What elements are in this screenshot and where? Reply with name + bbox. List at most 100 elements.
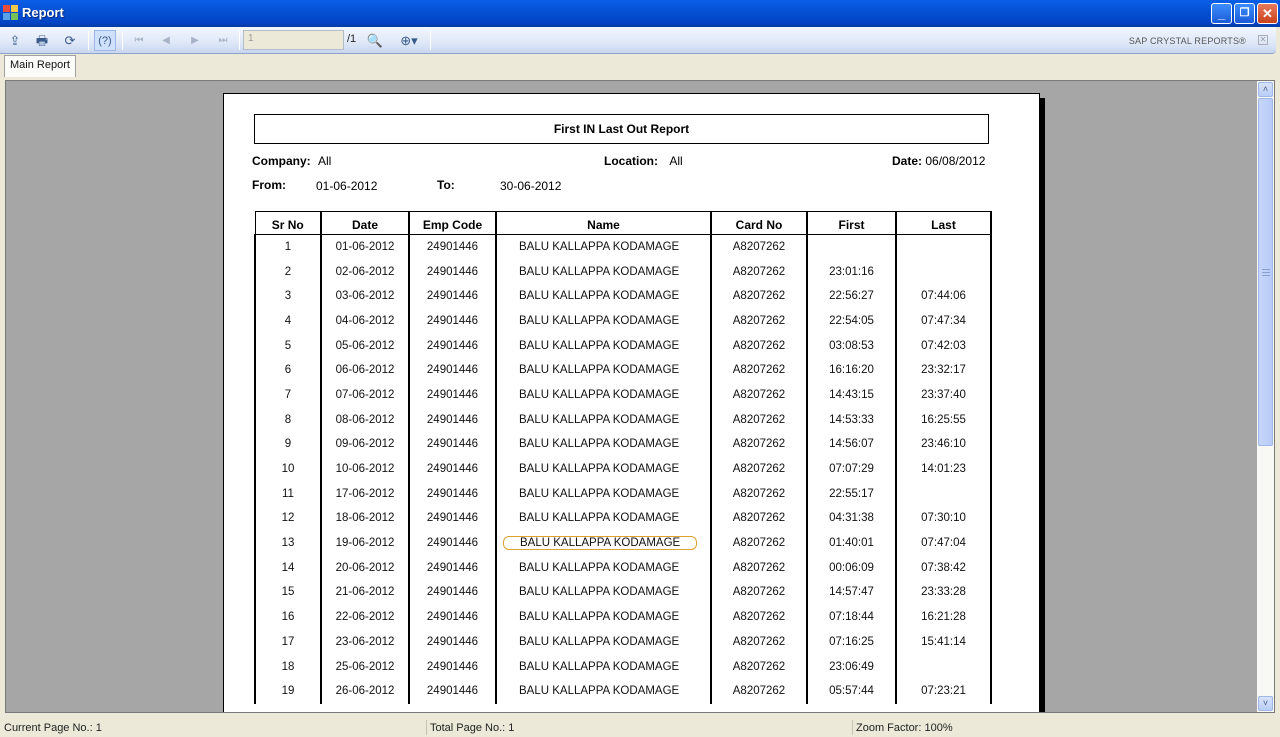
card-no-cell[interactable]: A8207262 [711, 506, 808, 531]
name-cell[interactable]: BALU KALLAPPA KODAMAGE [496, 456, 712, 482]
emp-code-cell[interactable]: 24901446 [409, 456, 497, 482]
sr-no-cell[interactable]: 10 [254, 456, 322, 482]
first-in-cell[interactable]: 23:01:16 [807, 259, 897, 284]
last-out-cell[interactable] [896, 654, 992, 679]
name-cell[interactable]: BALU KALLAPPA KODAMAGE [496, 357, 712, 383]
name-cell[interactable]: BALU KALLAPPA KODAMAGE [496, 506, 712, 531]
print-icon[interactable]: 🖶 [31, 30, 53, 51]
first-in-cell[interactable]: 07:07:29 [807, 456, 897, 482]
card-no-cell[interactable]: A8207262 [711, 357, 808, 383]
name-cell[interactable]: BALU KALLAPPA KODAMAGE [496, 678, 712, 704]
emp-code-cell[interactable]: 24901446 [409, 357, 497, 383]
card-no-cell[interactable]: A8207262 [711, 407, 808, 432]
name-cell[interactable]: BALU KALLAPPA KODAMAGE [496, 407, 712, 432]
last-out-cell[interactable] [896, 481, 992, 507]
last-out-cell[interactable]: 23:46:10 [896, 432, 992, 457]
sr-no-cell[interactable]: 4 [254, 308, 322, 334]
emp-code-cell[interactable]: 24901446 [409, 580, 497, 605]
card-no-cell[interactable]: A8207262 [711, 580, 808, 605]
card-no-cell[interactable]: A8207262 [711, 259, 808, 284]
first-in-cell[interactable]: 07:18:44 [807, 604, 897, 630]
emp-code-cell[interactable]: 24901446 [409, 481, 497, 507]
table-row[interactable]: 2 02-06-2012 24901446 BALU KALLAPPA KODAMAG… [254, 259, 992, 284]
name-cell[interactable]: BALU KALLAPPA KODAMAGE [496, 432, 712, 457]
last-out-cell[interactable]: 23:32:17 [896, 357, 992, 383]
card-no-cell[interactable]: A8207262 [711, 604, 808, 630]
last-out-cell[interactable]: 07:47:04 [896, 530, 992, 556]
table-row[interactable]: 13 19-06-2012 24901446 BALU KALLAPPA KODAMA… [254, 530, 992, 556]
card-no-cell[interactable]: A8207262 [711, 333, 808, 358]
prev-page-icon[interactable]: ◀ [155, 30, 177, 51]
date-cell[interactable]: 02-06-2012 [321, 259, 410, 284]
date-cell[interactable]: 25-06-2012 [321, 654, 410, 679]
sr-no-cell[interactable]: 8 [254, 407, 322, 432]
first-in-cell[interactable]: 22:56:27 [807, 283, 897, 309]
card-no-cell[interactable]: A8207262 [711, 308, 808, 334]
emp-code-cell[interactable]: 24901446 [409, 506, 497, 531]
first-in-cell[interactable]: 22:55:17 [807, 481, 897, 507]
sr-no-cell[interactable]: 13 [254, 530, 322, 556]
last-out-cell[interactable]: 23:33:28 [896, 580, 992, 605]
card-no-cell[interactable]: A8207262 [711, 456, 808, 482]
table-row[interactable]: 5 05-06-2012 24901446 BALU KALLAPPA KODAMAG… [254, 333, 992, 358]
last-out-cell[interactable]: 07:42:03 [896, 333, 992, 358]
date-cell[interactable]: 23-06-2012 [321, 629, 410, 655]
date-cell[interactable]: 03-06-2012 [321, 283, 410, 309]
card-no-cell[interactable]: A8207262 [711, 555, 808, 581]
minimize-button[interactable]: _ [1211, 3, 1232, 24]
table-row[interactable]: 16 22-06-2012 24901446 BALU KALLAPPA KODAMA… [254, 604, 992, 630]
first-in-cell[interactable]: 14:57:47 [807, 580, 897, 605]
name-cell[interactable]: BALU KALLAPPA KODAMAGE [496, 234, 712, 260]
emp-code-cell[interactable]: 24901446 [409, 629, 497, 655]
emp-code-cell[interactable]: 24901446 [409, 333, 497, 358]
last-page-icon[interactable]: ⏭ [212, 30, 234, 51]
date-cell[interactable]: 04-06-2012 [321, 308, 410, 334]
first-in-cell[interactable]: 07:16:25 [807, 629, 897, 655]
last-out-cell[interactable]: 07:30:10 [896, 506, 992, 531]
card-no-cell[interactable]: A8207262 [711, 481, 808, 507]
table-row[interactable]: 15 21-06-2012 24901446 BALU KALLAPPA KODAMA… [254, 580, 992, 605]
emp-code-cell[interactable]: 24901446 [409, 382, 497, 408]
date-cell[interactable]: 18-06-2012 [321, 506, 410, 531]
tab-main-report[interactable]: Main Report [4, 55, 76, 77]
first-in-cell[interactable]: 01:40:01 [807, 530, 897, 556]
table-row[interactable]: 1 01-06-2012 24901446 BALU KALLAPPA KODAMAG… [254, 234, 992, 260]
last-out-cell[interactable] [896, 234, 992, 260]
date-cell[interactable]: 10-06-2012 [321, 456, 410, 482]
next-page-icon[interactable]: ▶ [184, 30, 206, 51]
sr-no-cell[interactable]: 2 [254, 259, 322, 284]
scroll-up-icon[interactable]: ˄ [1258, 82, 1273, 97]
date-cell[interactable]: 26-06-2012 [321, 678, 410, 704]
date-cell[interactable]: 22-06-2012 [321, 604, 410, 630]
last-out-cell[interactable] [896, 259, 992, 284]
scroll-down-icon[interactable]: ˅ [1258, 696, 1273, 711]
find-icon[interactable]: 🔍 [364, 30, 386, 51]
last-out-cell[interactable]: 07:23:21 [896, 678, 992, 704]
last-out-cell[interactable]: 16:25:55 [896, 407, 992, 432]
first-in-cell[interactable]: 14:53:33 [807, 407, 897, 432]
table-row[interactable]: 19 26-06-2012 24901446 BALU KALLAPPA KODAMA… [254, 678, 992, 704]
card-no-cell[interactable]: A8207262 [711, 530, 808, 556]
last-out-cell[interactable]: 07:38:42 [896, 555, 992, 581]
emp-code-cell[interactable]: 24901446 [409, 432, 497, 457]
card-no-cell[interactable]: A8207262 [711, 654, 808, 679]
date-cell[interactable]: 08-06-2012 [321, 407, 410, 432]
sr-no-cell[interactable]: 11 [254, 481, 322, 507]
name-cell[interactable]: BALU KALLAPPA KODAMAGE [496, 604, 712, 630]
sr-no-cell[interactable]: 12 [254, 506, 322, 531]
emp-code-cell[interactable]: 24901446 [409, 654, 497, 679]
date-cell[interactable]: 17-06-2012 [321, 481, 410, 507]
date-cell[interactable]: 21-06-2012 [321, 580, 410, 605]
table-row[interactable]: 11 17-06-2012 24901446 BALU KALLAPPA KODAMA… [254, 481, 992, 507]
close-button[interactable]: ✕ [1257, 3, 1278, 24]
name-cell[interactable]: BALU KALLAPPA KODAMAGE [496, 629, 712, 655]
first-in-cell[interactable]: 23:06:49 [807, 654, 897, 679]
card-no-cell[interactable]: A8207262 [711, 678, 808, 704]
date-cell[interactable]: 09-06-2012 [321, 432, 410, 457]
sr-no-cell[interactable]: 1 [254, 234, 322, 260]
name-cell[interactable]: BALU KALLAPPA KODAMAGE [496, 283, 712, 309]
last-out-cell[interactable]: 23:37:40 [896, 382, 992, 408]
export-icon[interactable]: ⇪ [4, 30, 26, 51]
card-no-cell[interactable]: A8207262 [711, 382, 808, 408]
page-number-input[interactable]: 1 [243, 30, 344, 50]
